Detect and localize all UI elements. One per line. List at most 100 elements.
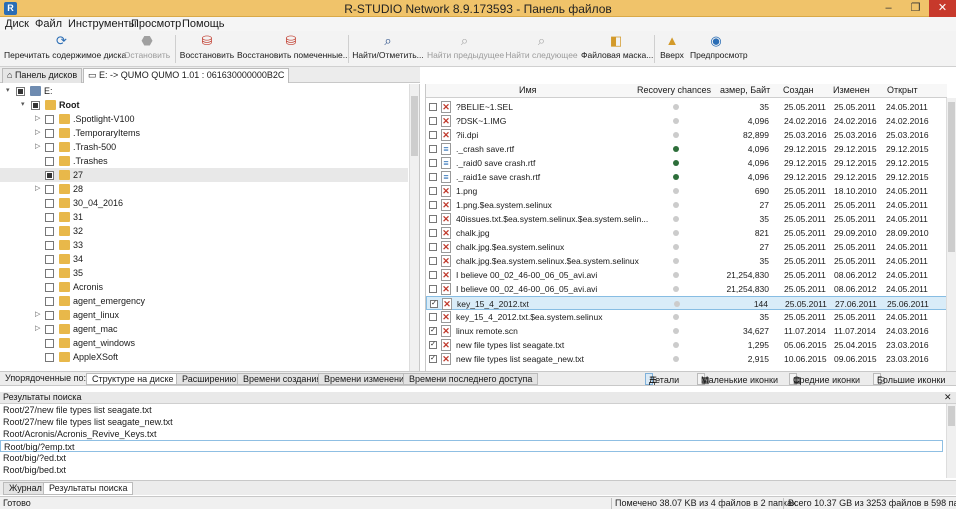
tree-item[interactable]: ▷ agent_mac <box>0 322 408 336</box>
view-details-button[interactable]: ☰ Детали <box>645 373 679 385</box>
expand-icon[interactable]: ▷ <box>35 143 42 150</box>
file-row[interactable]: ✓ ✕ new file types list seagate.txt 1,295 05… <box>426 338 947 352</box>
search-result-item[interactable]: Root/big/?emp.txt <box>0 440 943 452</box>
tree-item[interactable]: ▷ .Spotlight-V100 <box>0 112 408 126</box>
file-row[interactable]: ≡ ._raid1e save crash.rtf 4,096 29.12.2015 2… <box>426 170 947 184</box>
tree-scrollbar-thumb[interactable] <box>411 96 418 156</box>
file-checkbox[interactable]: ✓ <box>429 327 437 335</box>
tree-item[interactable]: 31 <box>0 210 408 224</box>
file-checkbox[interactable] <box>429 285 437 293</box>
maximize-button[interactable]: ❐ <box>902 0 929 17</box>
file-checkbox[interactable] <box>429 117 437 125</box>
expand-icon[interactable] <box>35 227 42 234</box>
view-small-icons-button[interactable]: ▦ Маленькие иконки <box>697 373 778 385</box>
file-checkbox[interactable] <box>429 201 437 209</box>
file-row[interactable]: ✕ 40issues.txt.$ea.system.selinux.$ea.sys… <box>426 212 947 226</box>
file-checkbox[interactable] <box>429 131 437 139</box>
file-checkbox[interactable] <box>429 313 437 321</box>
tree-checkbox[interactable] <box>45 241 54 250</box>
tree-checkbox[interactable] <box>45 143 54 152</box>
file-row[interactable]: ✓ ✕ new file types list seagate_new.txt 2,9… <box>426 352 947 366</box>
file-row[interactable]: ✕ chalk.jpg 821 25.05.2011 29.09.2010 28.09.2… <box>426 226 947 240</box>
file-row[interactable]: ✕ I believe 00_02_46-00_06_05_avi.avi 21,2… <box>426 268 947 282</box>
tree-item[interactable]: 30_04_2016 <box>0 196 408 210</box>
menu-view[interactable]: Просмотр <box>131 18 181 30</box>
file-checkbox[interactable] <box>429 103 437 111</box>
tree-item[interactable]: agent_windows <box>0 336 408 350</box>
search-results-close-icon[interactable]: ✕ <box>944 392 952 403</box>
tree-checkbox[interactable] <box>45 115 54 124</box>
tree-item[interactable]: AppleXSoft <box>0 350 408 364</box>
tree-item[interactable]: 34 <box>0 252 408 266</box>
up-button[interactable]: ▲ Вверх <box>658 33 686 66</box>
file-row[interactable]: ✕ I believe 00_02_46-00_06_05_avi.avi 21,2… <box>426 282 947 296</box>
column-opened[interactable]: Открыт <box>887 85 918 95</box>
tree-checkbox[interactable] <box>45 227 54 236</box>
close-button[interactable]: ✕ <box>929 0 956 17</box>
tree-checkbox[interactable] <box>45 283 54 292</box>
expand-icon[interactable]: ▷ <box>35 311 42 318</box>
expand-icon[interactable] <box>35 269 42 276</box>
file-row[interactable]: ≡ ._raid0 save crash.rtf 4,096 29.12.2015 29… <box>426 156 947 170</box>
file-checkbox[interactable] <box>429 271 437 279</box>
search-result-item[interactable]: Root/27/new file types list seagate.txt <box>0 404 943 416</box>
tree-checkbox[interactable] <box>45 255 54 264</box>
file-checkbox[interactable] <box>429 215 437 223</box>
file-checkbox[interactable] <box>429 145 437 153</box>
tree-checkbox[interactable] <box>45 157 54 166</box>
tree-item[interactable]: ▷ .TemporaryItems <box>0 126 408 140</box>
file-row[interactable]: ✓ ✕ linux remote.scn 34,627 11.07.2014 11.07.… <box>426 324 947 338</box>
tab-search-results[interactable]: Результаты поиска <box>43 482 134 495</box>
file-row[interactable]: ✕ ?DSK~1.IMG 4,096 24.02.2016 24.02.2016 24.0… <box>426 114 947 128</box>
file-row[interactable]: ✕ ?ii.dpi 82,899 25.03.2016 25.03.2016 25.03.… <box>426 128 947 142</box>
expand-icon[interactable]: ▷ <box>35 325 42 332</box>
expand-icon[interactable]: ▾ <box>21 101 28 108</box>
tree-checkbox[interactable] <box>45 171 54 180</box>
tree-checkbox[interactable] <box>45 325 54 334</box>
tree-checkbox[interactable] <box>45 213 54 222</box>
rescan-disk-button[interactable]: ⟳ Перечитать содержимое диска <box>4 33 126 66</box>
tab-file-panel[interactable]: ▭ E: -> QUMO QUMO 1.01 : 061630000000B2C <box>83 68 290 83</box>
tree-checkbox[interactable] <box>45 185 54 194</box>
column-recovery-chances[interactable]: Recovery chances <box>637 85 711 95</box>
find-next-button[interactable]: ⌕ Найти следующее <box>505 33 578 66</box>
tab-log[interactable]: Журнал <box>3 482 48 495</box>
tree-item[interactable]: ▷ .Trash-500 <box>0 140 408 154</box>
expand-icon[interactable]: ▾ <box>6 87 13 94</box>
file-mask-button[interactable]: ◧ Файловая маска... <box>581 33 653 66</box>
column-created[interactable]: Создан <box>783 85 814 95</box>
file-checkbox[interactable]: ✓ <box>429 355 437 363</box>
tree-checkbox[interactable] <box>45 311 54 320</box>
file-row[interactable]: ≡ ._crash save.rtf 4,096 29.12.2015 29.12.20… <box>426 142 947 156</box>
column-modified[interactable]: Изменен <box>833 85 870 95</box>
tree-checkbox[interactable] <box>45 339 54 348</box>
expand-icon[interactable] <box>35 171 42 178</box>
tree-item[interactable]: ▾ Root <box>0 98 408 112</box>
search-results-scrollbar[interactable] <box>946 404 956 478</box>
sort-by-created[interactable]: Времени создания <box>237 373 328 385</box>
column-size[interactable]: азмер, Байт <box>720 85 770 95</box>
tab-disk-panel[interactable]: ⌂ Панель дисков <box>2 68 83 83</box>
expand-icon[interactable]: ▷ <box>35 129 42 136</box>
tree-checkbox[interactable] <box>45 129 54 138</box>
tree-item[interactable]: .Trashes <box>0 154 408 168</box>
menu-file[interactable]: Файл <box>35 18 62 30</box>
expand-icon[interactable] <box>35 213 42 220</box>
tree-item[interactable]: 32 <box>0 224 408 238</box>
expand-icon[interactable] <box>35 297 42 304</box>
expand-icon[interactable]: ▷ <box>35 115 42 122</box>
expand-icon[interactable] <box>35 353 42 360</box>
tree-item[interactable]: 27 <box>0 168 408 182</box>
file-checkbox[interactable] <box>429 159 437 167</box>
preview-button[interactable]: ◉ Предпросмотр <box>690 33 748 66</box>
tree-scrollbar[interactable] <box>409 84 419 371</box>
tree-item[interactable]: agent_emergency <box>0 294 408 308</box>
file-list-scrollbar[interactable] <box>946 98 956 371</box>
file-checkbox[interactable] <box>429 257 437 265</box>
expand-icon[interactable] <box>35 199 42 206</box>
file-row[interactable]: ✓ ✕ key_15_4_2012.txt 144 25.05.2011 27.06.20… <box>426 296 947 310</box>
tree-checkbox[interactable] <box>16 87 25 96</box>
file-row[interactable]: ✕ ?BELIE~1.SEL 35 25.05.2011 25.05.2011 24.05… <box>426 100 947 114</box>
stop-button[interactable]: ⬣ Остановить <box>122 33 172 66</box>
search-result-item[interactable]: Root/27/new file types list seagate_new.… <box>0 416 943 428</box>
